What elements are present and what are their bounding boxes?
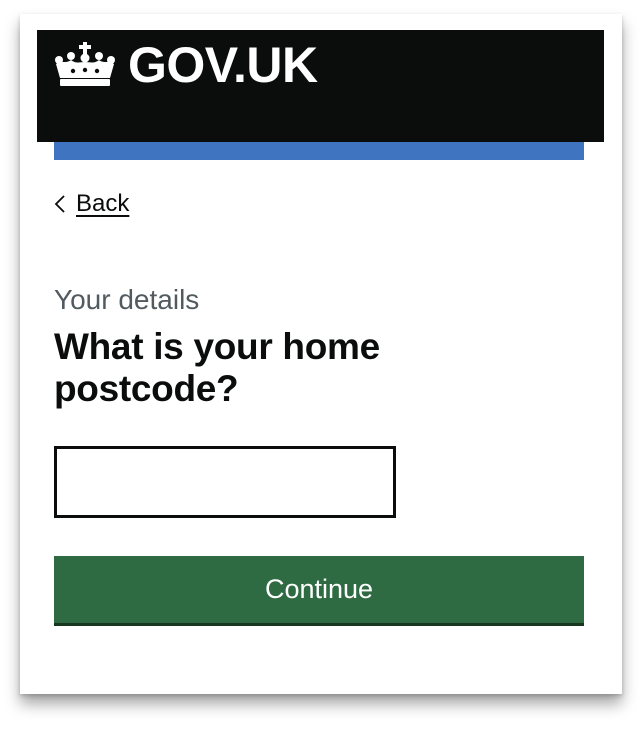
postcode-input[interactable]	[54, 446, 396, 518]
service-colour-bar	[54, 142, 584, 160]
govuk-wordmark: GOV.UK	[128, 37, 318, 93]
continue-button[interactable]: Continue	[54, 556, 584, 626]
page-card: GOV.UK Back Your details What is your ho…	[20, 14, 622, 694]
chevron-left-icon	[54, 195, 65, 213]
section-caption: Your details	[54, 284, 200, 315]
govuk-logo-link[interactable]: GOV.UK	[52, 37, 318, 93]
back-link[interactable]: Back	[54, 190, 129, 218]
back-link-label: Back	[76, 190, 130, 217]
govuk-header: GOV.UK	[37, 30, 604, 142]
crown-icon	[55, 42, 115, 86]
question-heading: What is your home postcode?	[54, 326, 380, 409]
